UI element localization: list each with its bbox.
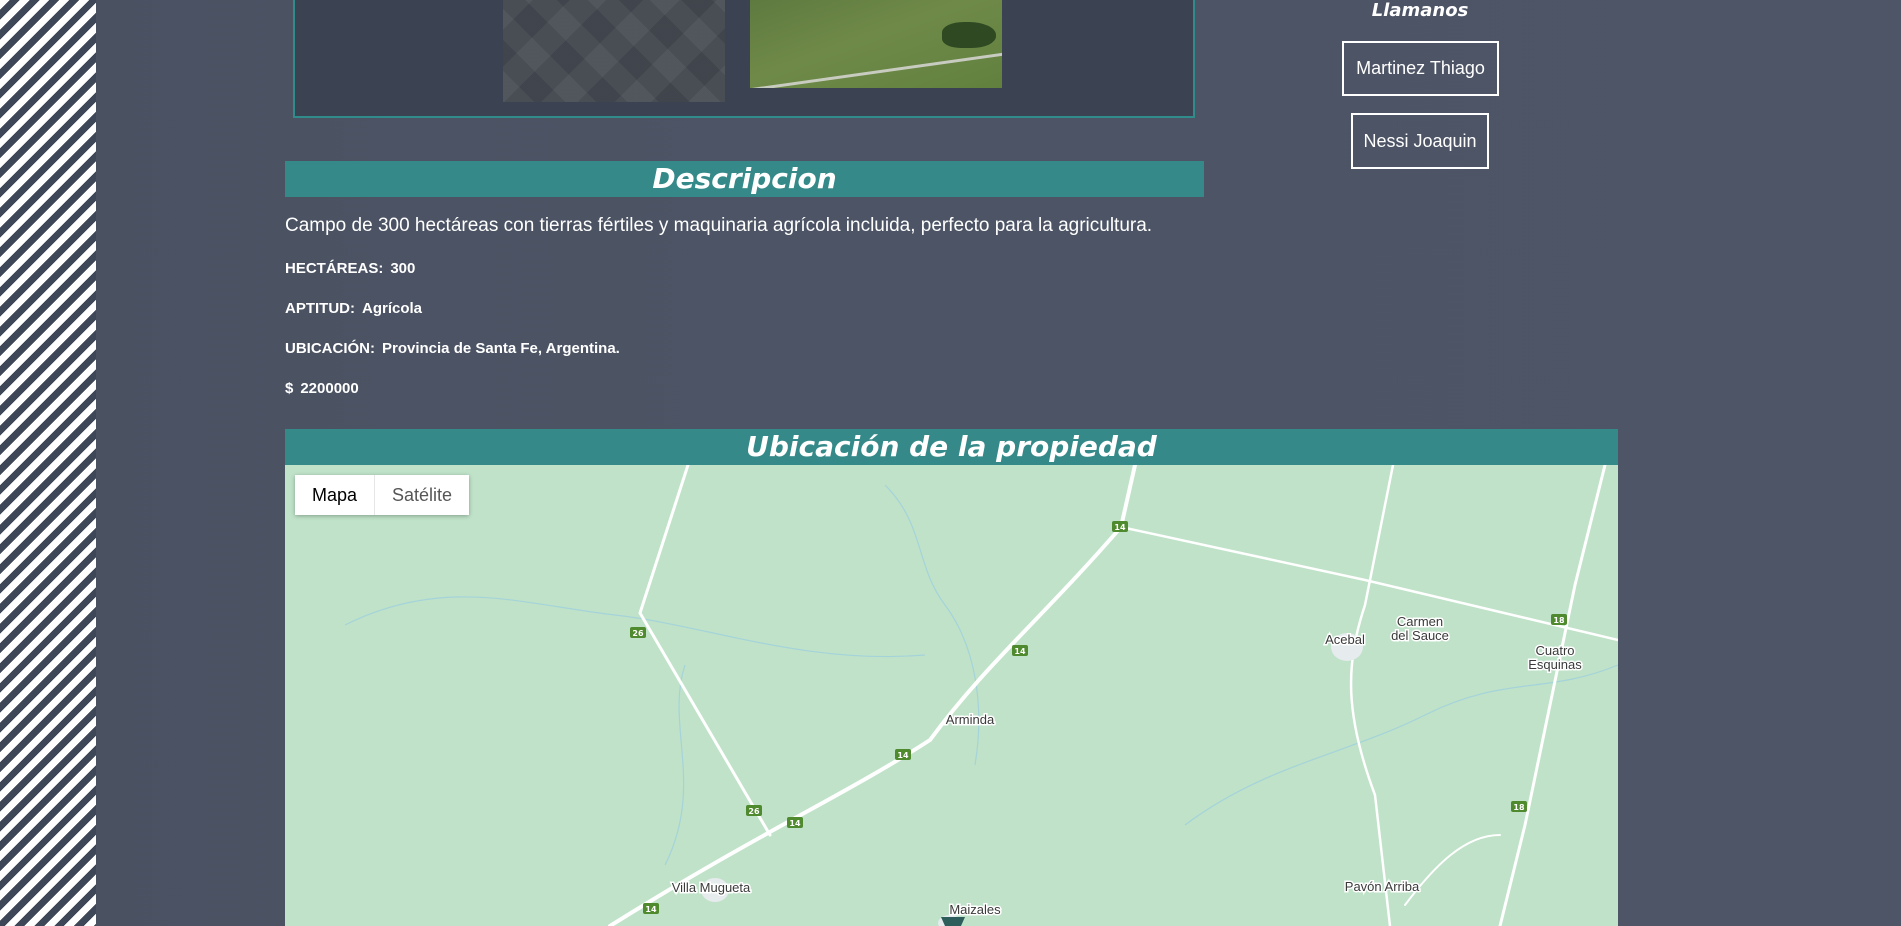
map-place-labels: Acebal Carmen del Sauce Cuatro Esquinas … xyxy=(670,613,1584,919)
map-type-toggle: Mapa Satélite xyxy=(295,475,470,515)
route-shield-label: 18 xyxy=(1553,616,1565,625)
place-label-maizales: Maizales xyxy=(949,902,1001,917)
map-roads xyxy=(608,465,1618,926)
gallery-photo-aerial-fields[interactable] xyxy=(503,0,725,102)
agent-button-martinez[interactable]: Martinez Thiago xyxy=(1342,41,1499,96)
location-label: UBICACIÓN: xyxy=(285,340,375,357)
aptitude-value: Agrícola xyxy=(362,300,423,317)
map-type-button-mapa[interactable]: Mapa xyxy=(295,475,375,515)
striped-side-decoration xyxy=(0,0,96,926)
property-map[interactable]: 14 14 14 14 14 26 26 18 18 Acebal Carmen… xyxy=(285,465,1618,926)
route-shield-label: 14 xyxy=(789,819,801,828)
price-row: $2200000 xyxy=(285,380,359,397)
contact-title: Llamanos xyxy=(1371,0,1469,21)
location-value: Provincia de Santa Fe, Argentina. xyxy=(382,340,620,357)
place-label-cuatro: Cuatro xyxy=(1535,643,1574,658)
place-label-esquinas: Esquinas xyxy=(1528,657,1582,672)
photo-gallery xyxy=(293,0,1195,118)
map-route-shields: 14 14 14 14 14 26 26 18 18 xyxy=(630,521,1567,914)
route-shield-label: 26 xyxy=(748,807,760,816)
route-shield-label: 14 xyxy=(1114,523,1126,532)
description-text: Campo de 300 hectáreas con tierras férti… xyxy=(285,215,1153,236)
hectares-row: HECTÁREAS: 300 xyxy=(285,260,415,277)
place-label-acebal: Acebal xyxy=(1325,632,1365,647)
route-shield-label: 14 xyxy=(645,905,657,914)
photo-tree-cluster xyxy=(942,22,996,48)
aptitude-label: APTITUD: xyxy=(285,300,355,317)
aptitude-row: APTITUD: Agrícola xyxy=(285,300,422,317)
route-shield-label: 14 xyxy=(897,751,909,760)
route-shield-label: 18 xyxy=(1513,803,1525,812)
place-label-carmen: Carmen xyxy=(1397,614,1443,629)
map-canvas[interactable]: 14 14 14 14 14 26 26 18 18 Acebal Carmen… xyxy=(285,465,1618,926)
gallery-photo-green-field[interactable] xyxy=(750,0,1002,88)
route-shield-label: 26 xyxy=(632,629,644,638)
description-heading: Descripcion xyxy=(285,161,1204,197)
place-label-del-sauce: del Sauce xyxy=(1391,628,1449,643)
map-heading: Ubicación de la propiedad xyxy=(285,429,1618,465)
place-label-pavon-arriba: Pavón Arriba xyxy=(1345,879,1420,894)
hectares-value: 300 xyxy=(390,260,416,277)
route-shield-label: 14 xyxy=(1014,647,1026,656)
property-marker-icon[interactable] xyxy=(941,917,965,926)
price-currency: $ xyxy=(285,380,294,397)
map-type-button-satelite[interactable]: Satélite xyxy=(374,475,470,515)
price-value: 2200000 xyxy=(300,380,359,397)
place-label-villa-mugueta: Villa Mugueta xyxy=(672,880,751,895)
place-label-arminda: Arminda xyxy=(946,712,995,727)
hectares-label: HECTÁREAS: xyxy=(285,260,384,277)
photo-road xyxy=(751,51,1002,88)
agent-button-nessi[interactable]: Nessi Joaquin xyxy=(1351,113,1489,169)
location-row: UBICACIÓN: Provincia de Santa Fe, Argenti… xyxy=(285,340,620,357)
